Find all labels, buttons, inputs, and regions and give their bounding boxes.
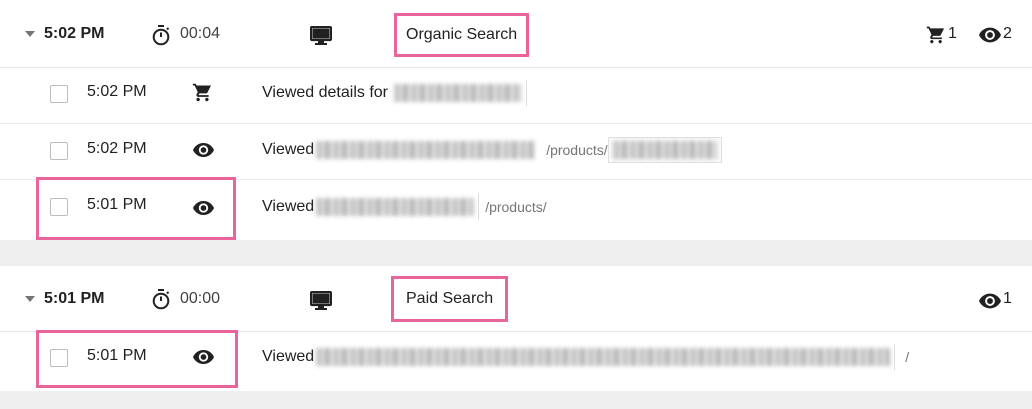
- cart-icon: [926, 25, 946, 45]
- event-description: Viewed details for: [262, 80, 527, 106]
- event-checkbox[interactable]: [50, 142, 68, 160]
- stopwatch-icon: [151, 288, 171, 310]
- eye-icon: [979, 25, 1001, 45]
- session-duration: 00:00: [180, 290, 221, 307]
- session-time: 5:01 PM: [44, 290, 105, 307]
- event-time: 5:02 PM: [87, 83, 147, 100]
- view-count: 2: [1003, 25, 1012, 42]
- event-description: Viewed /: [262, 344, 909, 370]
- event-time: 5:02 PM: [87, 140, 147, 157]
- stopwatch-icon: [151, 24, 171, 46]
- cart-icon: [192, 82, 213, 102]
- highlight-box: [36, 177, 236, 240]
- session-header[interactable]: 5:02 PM 00:04 Organic Search 1 2: [0, 0, 1032, 68]
- event-description: Viewed /products/: [262, 194, 547, 220]
- collapse-caret-icon[interactable]: [25, 31, 35, 37]
- event-row: 5:02 PM Viewed details for: [0, 68, 1032, 124]
- event-checkbox[interactable]: [50, 85, 68, 103]
- event-row: 5:02 PM Viewed /products/: [0, 124, 1032, 180]
- event-description: Viewed /products/: [262, 137, 722, 163]
- collapse-caret-icon[interactable]: [25, 296, 35, 302]
- highlight-box: [36, 330, 238, 388]
- traffic-source-label: Organic Search: [394, 13, 530, 57]
- session-header[interactable]: 5:01 PM 00:00 Paid Search 1: [0, 266, 1032, 332]
- eye-icon: [193, 142, 214, 158]
- desktop-icon: [310, 290, 332, 312]
- event-path: /products/: [485, 199, 547, 215]
- traffic-source-label: Paid Search: [391, 276, 509, 322]
- cart-count: 1: [948, 25, 957, 42]
- event-path: /: [905, 349, 910, 365]
- event-path: /products/: [546, 142, 608, 158]
- view-count: 1: [1003, 290, 1012, 307]
- eye-icon: [979, 291, 1001, 311]
- session-time: 5:02 PM: [44, 25, 105, 42]
- session-duration: 00:04: [180, 25, 221, 42]
- desktop-icon: [310, 25, 332, 47]
